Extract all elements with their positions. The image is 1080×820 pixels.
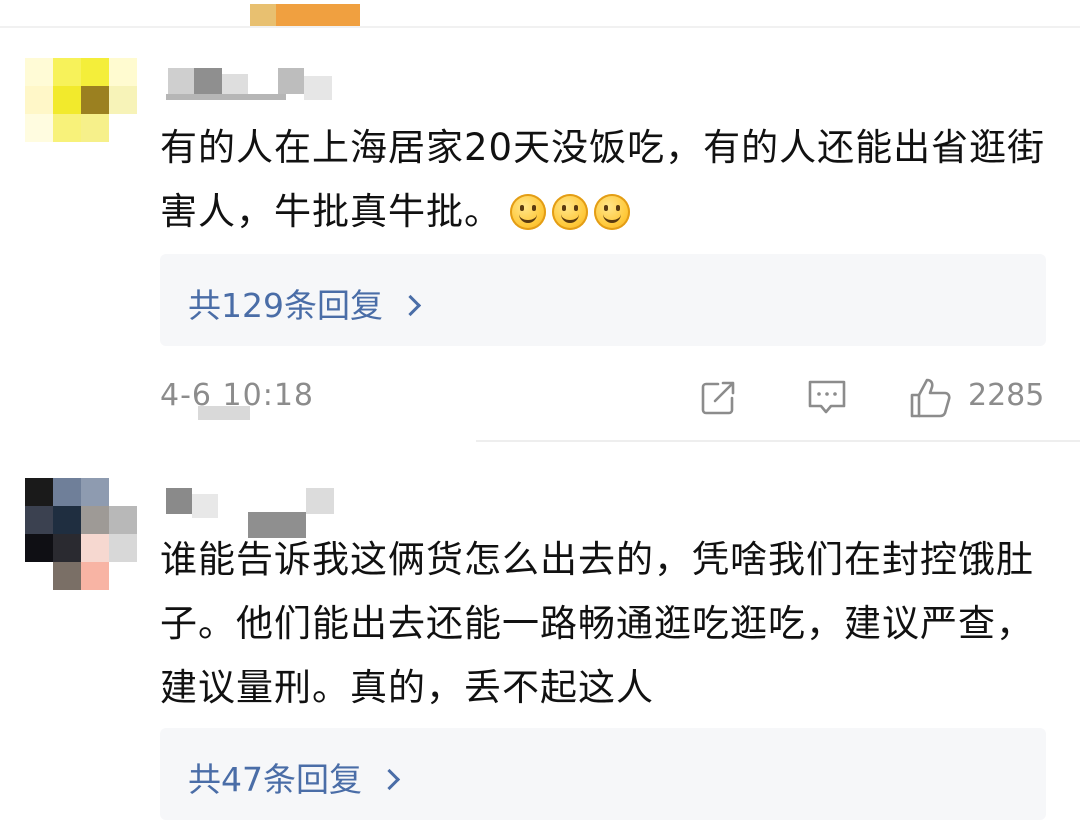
- comment-text: 谁能告诉我这俩货怎么出去的，凭啥我们在封控饿肚子。他们能出去还能一路畅通逛吃逛吃…: [160, 538, 1034, 709]
- smiley-icon: [552, 194, 588, 230]
- reply-button[interactable]: [806, 376, 848, 418]
- comment-icon: [808, 380, 846, 414]
- avatar[interactable]: [25, 58, 137, 170]
- replies-count-label: 共129条回复: [188, 286, 383, 325]
- avatar[interactable]: [25, 478, 137, 590]
- top-divider: [0, 26, 1080, 28]
- chevron-right-icon: [378, 768, 401, 791]
- replies-count-label: 共47条回复: [188, 760, 362, 799]
- replies-panel[interactable]: 共47条回复: [160, 728, 1046, 820]
- view-replies-link[interactable]: 共47条回复: [188, 753, 401, 801]
- like-button[interactable]: [908, 376, 954, 420]
- replies-panel[interactable]: 共129条回复: [160, 254, 1046, 346]
- comment-meta: 4-6 10:18 2285: [160, 376, 1050, 420]
- like-count: 2285: [968, 378, 1045, 413]
- view-replies-link[interactable]: 共129条回复: [188, 279, 422, 327]
- smiley-icon: [510, 194, 546, 230]
- smiley-icon: [594, 194, 630, 230]
- share-icon: [701, 381, 735, 415]
- comment-item: 谁能告诉我这俩货怎么出去的，凭啥我们在封控饿肚子。他们能出去还能一路畅通逛吃逛吃…: [0, 470, 1080, 820]
- chevron-right-icon: [399, 294, 422, 317]
- like-icon: [910, 378, 951, 418]
- comment-text: 有的人在上海居家20天没饭吃，有的人还能出省逛街害人，牛批真牛批。: [160, 116, 1050, 250]
- username-redacted[interactable]: [160, 480, 340, 538]
- username-redacted[interactable]: [160, 60, 340, 100]
- comment-divider: [476, 440, 1080, 442]
- cropped-header-fragment: [250, 4, 360, 28]
- comment-item: 有的人在上海居家20天没饭吃，有的人还能出省逛街害人，牛批真牛批。 共129条回…: [0, 50, 1080, 440]
- share-button[interactable]: [698, 376, 740, 418]
- redacted-location: [198, 406, 250, 420]
- emoji-group: [510, 186, 636, 250]
